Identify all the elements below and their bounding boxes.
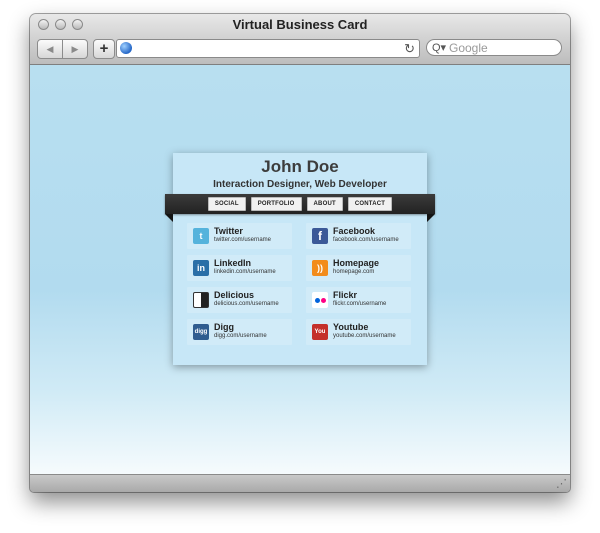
social-url: digg.com/username bbox=[214, 333, 267, 339]
title-bar: Virtual Business Card ◀ ▶ + ↻ Q▾ Google bbox=[30, 14, 570, 65]
add-bookmark-button[interactable]: + bbox=[93, 39, 115, 59]
globe-icon bbox=[120, 42, 132, 54]
social-name: Delicious bbox=[214, 290, 255, 300]
address-bar[interactable]: ↻ bbox=[116, 39, 420, 58]
card-name: John Doe bbox=[261, 157, 339, 176]
rss-icon: )) bbox=[312, 260, 328, 276]
business-card: John Doe Interaction Designer, Web Devel… bbox=[165, 153, 435, 365]
menu-about-button[interactable]: ABOUT bbox=[306, 197, 343, 211]
social-name: Twitter bbox=[214, 226, 243, 236]
social-url: homepage.com bbox=[333, 269, 375, 275]
page-content: John Doe Interaction Designer, Web Devel… bbox=[30, 65, 570, 475]
social-link-youtube[interactable]: You Youtube youtube.com/username bbox=[306, 319, 411, 345]
twitter-icon: t bbox=[193, 228, 209, 244]
search-field[interactable]: Q▾ Google bbox=[426, 39, 562, 56]
social-link-linkedin[interactable]: in LinkedIn linkedin.com/username bbox=[187, 255, 292, 281]
search-icon: Q▾ bbox=[432, 42, 447, 54]
ribbon-fold-left bbox=[165, 214, 173, 222]
social-link-flickr[interactable]: Flickr flickr.com/username bbox=[306, 287, 411, 313]
card-menu: SOCIAL PORTFOLIO ABOUT CONTACT bbox=[165, 194, 435, 214]
social-name: Digg bbox=[214, 322, 234, 332]
social-url: delicious.com/username bbox=[214, 301, 279, 307]
social-url: facebook.com/username bbox=[333, 237, 399, 243]
delicious-icon bbox=[193, 292, 209, 308]
social-name: Flickr bbox=[333, 290, 358, 300]
youtube-icon: You bbox=[312, 324, 328, 340]
forward-arrow-icon: ▶ bbox=[71, 43, 79, 54]
resize-grip-icon[interactable]: ⋰ bbox=[556, 477, 567, 490]
forward-button[interactable]: ▶ bbox=[62, 40, 87, 58]
back-button[interactable]: ◀ bbox=[38, 40, 62, 58]
social-name: Facebook bbox=[333, 226, 376, 236]
ribbon-fold-right bbox=[427, 214, 435, 222]
social-url: youtube.com/username bbox=[333, 333, 396, 339]
navigation-buttons: ◀ ▶ bbox=[37, 39, 88, 59]
browser-window: Virtual Business Card ◀ ▶ + ↻ Q▾ Google … bbox=[30, 14, 570, 492]
status-bar: ⋰ bbox=[30, 474, 570, 492]
back-arrow-icon: ◀ bbox=[46, 43, 54, 54]
menu-social-button[interactable]: SOCIAL bbox=[207, 197, 246, 211]
social-link-homepage[interactable]: )) Homepage homepage.com bbox=[306, 255, 411, 281]
social-name: Youtube bbox=[333, 322, 369, 332]
facebook-icon: f bbox=[312, 228, 328, 244]
menu-contact-button[interactable]: CONTACT bbox=[347, 197, 393, 211]
card-role: Interaction Designer, Web Developer bbox=[213, 179, 387, 190]
window-title: Virtual Business Card bbox=[232, 17, 368, 32]
flickr-icon bbox=[312, 292, 328, 308]
social-link-delicious[interactable]: Delicious delicious.com/username bbox=[187, 287, 292, 313]
social-url: flickr.com/username bbox=[333, 301, 387, 307]
reload-icon[interactable]: ↻ bbox=[404, 40, 415, 57]
social-name: Homepage bbox=[333, 258, 380, 268]
social-url: twitter.com/username bbox=[214, 237, 272, 243]
digg-icon: digg bbox=[193, 324, 209, 340]
social-link-twitter[interactable]: t Twitter twitter.com/username bbox=[187, 223, 292, 249]
social-name: LinkedIn bbox=[214, 258, 252, 268]
search-placeholder: Google bbox=[449, 41, 488, 55]
linkedin-icon: in bbox=[193, 260, 209, 276]
social-link-facebook[interactable]: f Facebook facebook.com/username bbox=[306, 223, 411, 249]
menu-portfolio-button[interactable]: PORTFOLIO bbox=[250, 197, 302, 211]
social-url: linkedin.com/username bbox=[214, 269, 276, 275]
social-link-digg[interactable]: digg Digg digg.com/username bbox=[187, 319, 292, 345]
